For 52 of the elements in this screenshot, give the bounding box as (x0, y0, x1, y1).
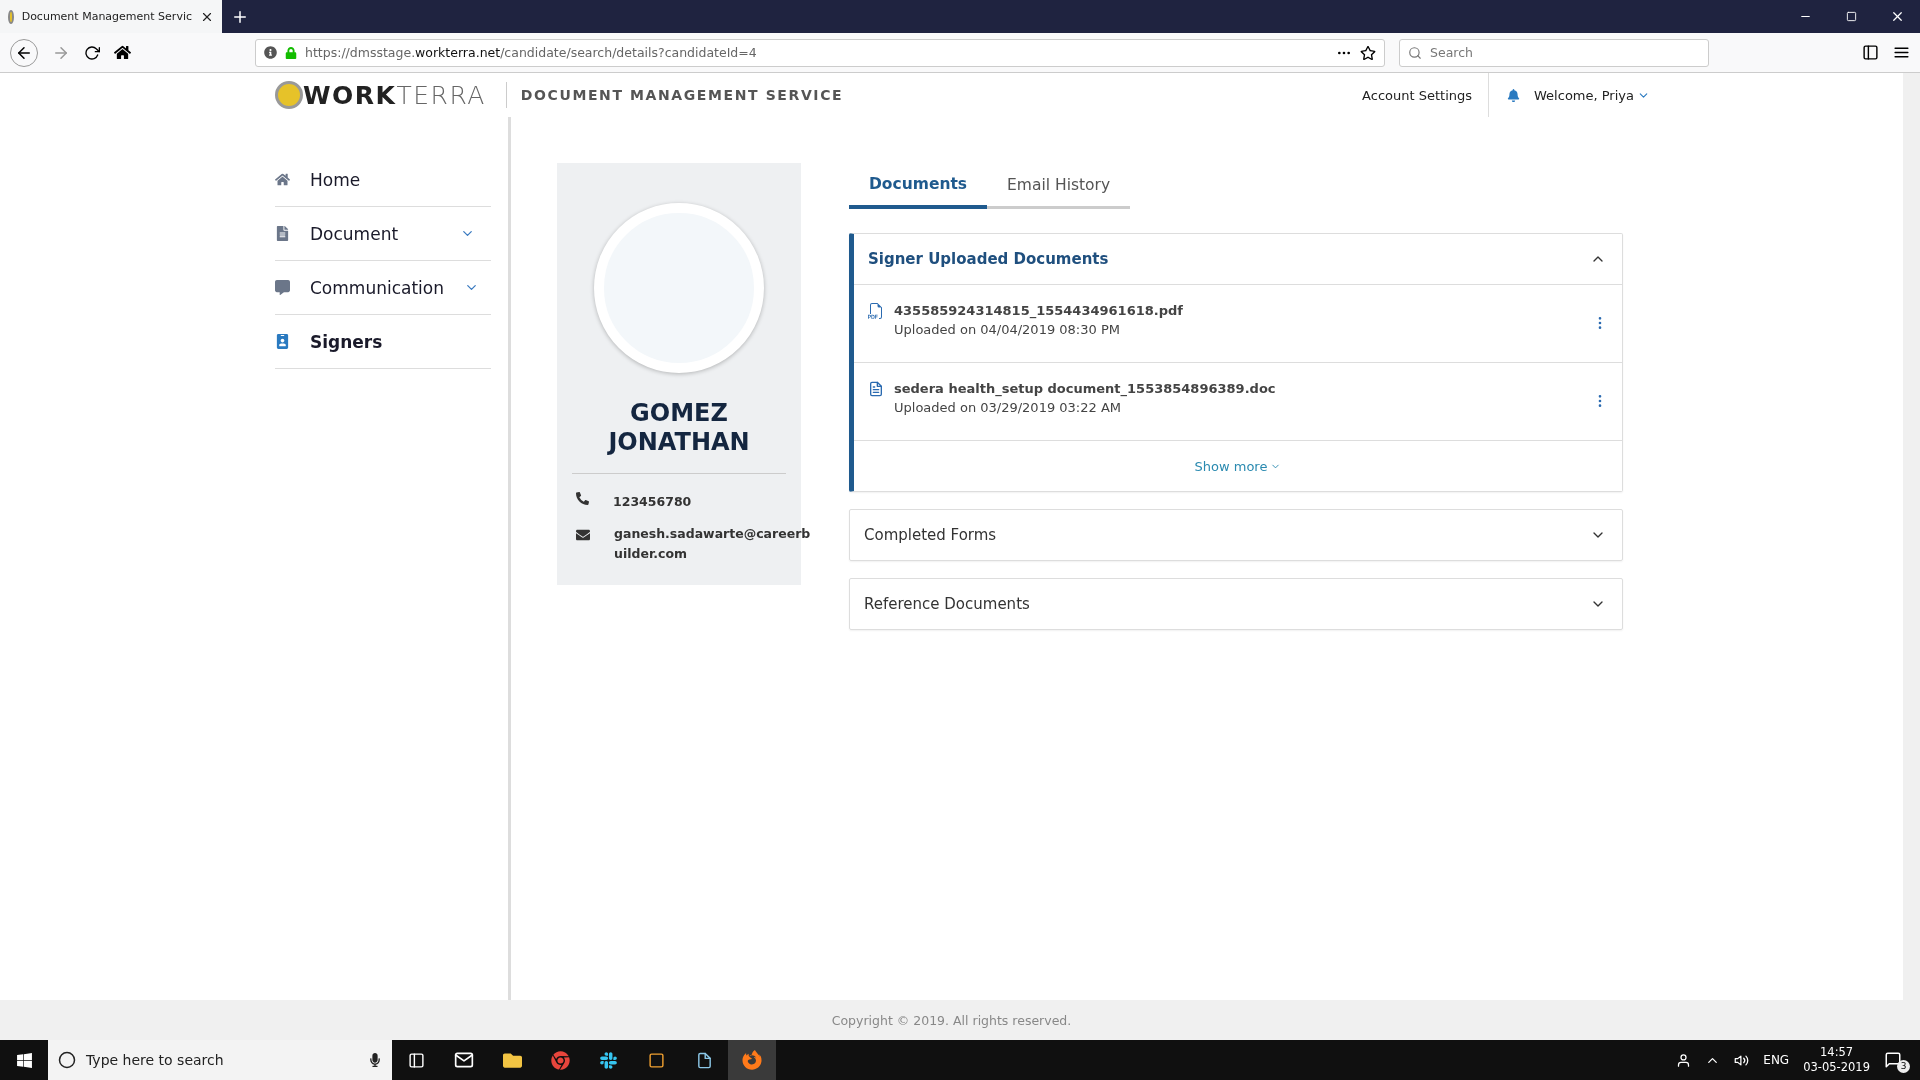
taskbar-clock[interactable]: 14:57 03-05-2019 (1803, 1045, 1870, 1075)
people-icon[interactable] (1676, 1052, 1692, 1068)
reload-icon[interactable] (84, 44, 100, 61)
document-file-icon (868, 381, 884, 397)
service-title: DOCUMENT MANAGEMENT SERVICE (505, 82, 844, 108)
browser-tab[interactable]: Document Management Servic (0, 0, 222, 33)
home-icon[interactable] (114, 44, 131, 61)
tab[interactable]: Email History (987, 163, 1131, 209)
accordion-header[interactable]: Signer Uploaded Documents (854, 234, 1622, 285)
logo-icon (275, 81, 303, 109)
taskbar-search-field[interactable]: Type here to search (48, 1040, 392, 1080)
firefox-icon[interactable] (728, 1040, 776, 1080)
sidebar-item[interactable]: Communication (275, 261, 491, 315)
file-name[interactable]: sedera health_setup document_1553854896389.doc (894, 381, 1582, 396)
account-settings-link[interactable]: Account Settings (1346, 73, 1490, 117)
signer-name: GOMEZ JONATHAN (606, 399, 751, 457)
home-icon (275, 172, 290, 187)
id-badge-icon (275, 334, 290, 349)
show-more-link[interactable]: Show more (1194, 458, 1282, 474)
sidebar-item[interactable]: Home (275, 153, 491, 207)
envelope-icon (576, 528, 590, 542)
lock-icon (285, 46, 297, 59)
logo-wordmark: WORKTERRA (303, 80, 486, 110)
phone-number: 123456780 (613, 493, 692, 511)
search-icon (1408, 45, 1422, 60)
microphone-icon[interactable] (368, 1053, 382, 1067)
chat-icon (275, 280, 290, 295)
bell-icon[interactable] (1507, 88, 1521, 102)
accordion-header[interactable]: Reference Documents (850, 579, 1622, 629)
sidebar-item[interactable]: Document (275, 207, 491, 261)
star-icon[interactable] (1360, 44, 1376, 61)
upload-date: Uploaded on 04/04/2019 08:30 PM (894, 322, 1121, 337)
file-name[interactable]: 435585924314815_1554434961618.pdf (894, 303, 1582, 318)
tab[interactable]: Documents (849, 163, 988, 209)
upload-date: Uploaded on 03/29/2019 03:22 AM (894, 400, 1123, 415)
email-address: ganesh.sadawarte@careerb uilder.com (614, 525, 811, 563)
document-icon (275, 226, 290, 241)
pdf-file-icon (868, 303, 884, 319)
notification-count: 3 (1897, 1059, 1910, 1073)
accordion-header[interactable]: Completed Forms (850, 510, 1622, 560)
sidebar-icon[interactable] (1862, 44, 1879, 61)
copyright-text: Copyright © 2019. All rights reserved. (831, 1012, 1072, 1028)
address-bar[interactable]: https://dmsstage.workterra.net/candidate/search/details?candidateId=4 (255, 38, 1385, 67)
restore-icon (1845, 11, 1857, 22)
notification-center-icon[interactable] (1884, 1051, 1902, 1069)
search-circle-icon (58, 1051, 76, 1069)
windows-logo-icon (15, 1051, 33, 1069)
info-icon (264, 46, 277, 59)
browser-search-field[interactable]: Search (1399, 38, 1709, 67)
user-menu[interactable]: Welcome, Priya (1534, 87, 1650, 103)
language-indicator[interactable]: ENG (1763, 1053, 1790, 1067)
sidebar-item[interactable]: Signers (275, 315, 491, 369)
